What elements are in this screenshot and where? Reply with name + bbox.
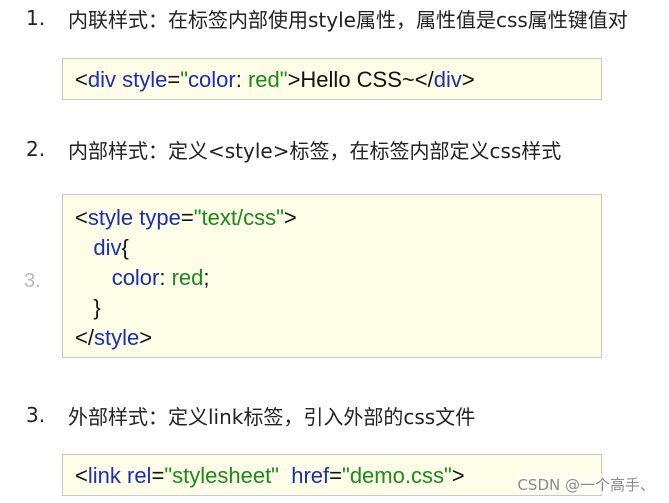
section-3-number: 3. [26, 403, 46, 427]
code-token-tag: div [433, 67, 462, 92]
faded-list-number: 3. [24, 270, 41, 292]
code-line: <style type="text/css"> [75, 203, 601, 233]
code-token: { [121, 235, 129, 260]
code-token-attr: style [122, 67, 168, 92]
code-token-tag: style [93, 325, 140, 350]
code-token-tag: div [87, 67, 116, 92]
code-token-string: "stylesheet" [164, 463, 279, 488]
code-line: div{ [75, 233, 601, 263]
code-token-prop: color [111, 265, 160, 290]
code-token-prop: color [188, 67, 236, 92]
code-token: : [159, 265, 172, 290]
code-token: > [283, 205, 297, 230]
code-token: = [329, 463, 343, 488]
section-1-title: 内联样式：在标签内部使用style属性，属性值是css属性键值对 [68, 7, 628, 32]
code-token: ; [203, 265, 210, 290]
section-1-number: 1. [26, 6, 46, 30]
code-line: <div style="color: red">Hello CSS~</div> [75, 65, 601, 95]
code-token: < [75, 205, 88, 230]
code-token: > [461, 67, 475, 92]
code-line: </style> [75, 323, 601, 353]
code-token: < [75, 463, 88, 488]
code-token-string: " [279, 67, 288, 92]
code-token: > [451, 463, 465, 488]
code-token: > [287, 67, 301, 92]
code-token-string: " [180, 67, 189, 92]
code-token: : [235, 67, 248, 92]
section-2-number: 2. [26, 137, 46, 161]
code-token: = [167, 67, 181, 92]
code-block-internal-style: <style type="text/css"> div{ color: red;… [62, 194, 602, 358]
code-token: = [180, 205, 194, 230]
code-token-string: red [171, 265, 204, 290]
code-token: > [139, 325, 153, 350]
code-token: } [93, 295, 101, 320]
code-block-inline-style: <div style="color: red">Hello CSS~</div> [62, 58, 602, 100]
code-token: < [75, 67, 88, 92]
code-token-attr: href [291, 463, 330, 488]
section-2-title: 内部样式：定义<style>标签，在标签内部定义css样式 [68, 138, 562, 163]
code-token: </ [75, 325, 94, 350]
code-token-string: "text/css" [193, 205, 284, 230]
code-token: </ [414, 67, 434, 92]
code-token-tag: style [87, 205, 134, 230]
code-token-attr: type [139, 205, 181, 230]
code-token: = [151, 463, 165, 488]
code-line: } [75, 293, 601, 323]
code-token-string: "demo.css" [342, 463, 452, 488]
code-token-string: red [247, 67, 280, 92]
csdn-watermark: CSDN @一个高手、 [517, 474, 655, 495]
code-token-selector: div [93, 235, 122, 260]
code-line: color: red; [75, 263, 601, 293]
code-token-content: Hello CSS~ [300, 67, 415, 92]
section-3-title: 外部样式：定义link标签，引入外部的css文件 [68, 404, 476, 429]
code-token-attr: rel [127, 463, 152, 488]
code-token-tag: link [87, 463, 121, 488]
